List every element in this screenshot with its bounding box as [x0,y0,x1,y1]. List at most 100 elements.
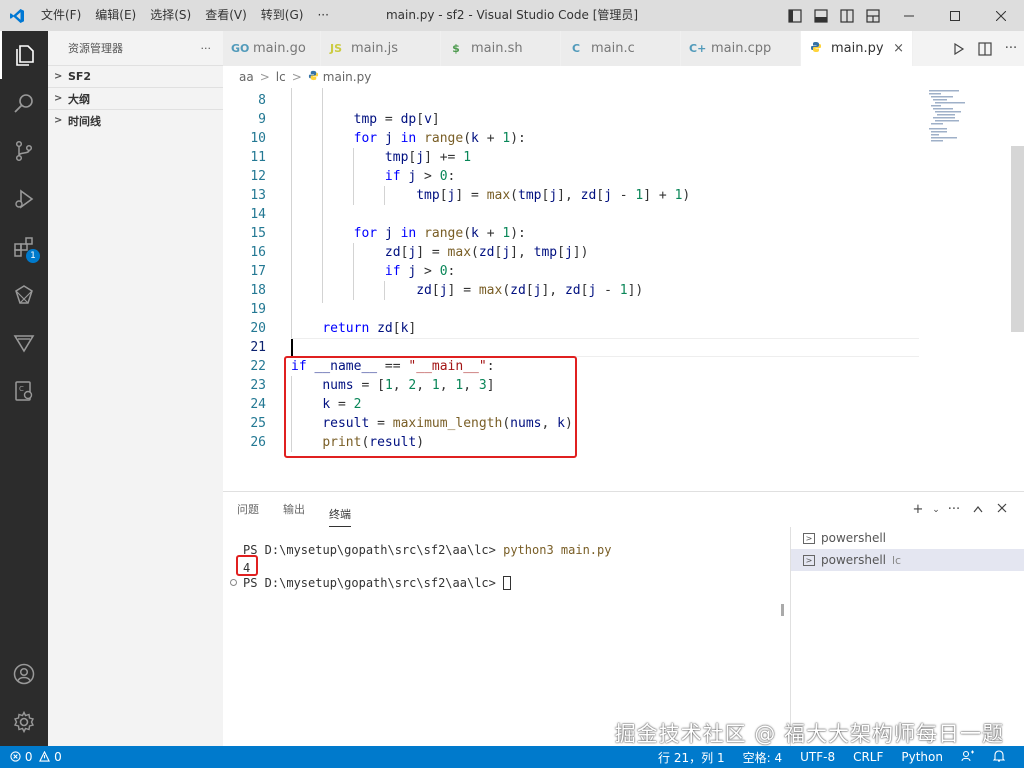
tab-problems[interactable]: 问题 [237,492,259,527]
toggle-panel-icon[interactable] [808,0,834,31]
bottom-panel: 问题 输出 终端 + ⌄ ··· PS D:\mysetup\gopath\sr… [223,491,1024,747]
minimap[interactable] [921,88,1011,148]
section-workspace[interactable]: > SF2 [48,65,223,87]
extensions-icon[interactable]: 1 [0,223,48,271]
menu-selection[interactable]: 选择(S) [143,0,198,31]
more-actions-icon[interactable]: ··· [998,31,1024,66]
breadcrumb-main-py[interactable]: main.py [323,70,372,84]
terminal-item-sub: lc [892,553,902,567]
search-icon[interactable] [0,79,48,127]
tab-main-py[interactable]: main.py × [801,31,913,66]
terminal-line: PS D:\mysetup\gopath\src\sf2\aa\lc> pyth… [243,543,612,557]
code-line: 10 for j in range(k + 1): [250,131,526,146]
remote-explorer-icon[interactable] [0,271,48,319]
menu-file[interactable]: 文件(F) [34,0,88,31]
breadcrumb-lc[interactable]: lc [276,70,286,84]
warning-count: 0 [54,750,62,764]
terminal-item-label: powershell [821,553,886,567]
tab-label: main.py [831,41,884,56]
breadcrumb-aa[interactable]: aa [239,70,254,84]
tab-main-go[interactable]: GO main.go [223,31,321,66]
maximize-icon[interactable] [932,0,978,31]
encoding[interactable]: UTF-8 [800,750,835,764]
tab-output[interactable]: 输出 [283,492,305,527]
section-timeline-label: 时间线 [68,114,101,128]
shell-file-icon: $ [452,42,460,55]
tab-label: main.cpp [711,41,772,56]
account-icon[interactable] [0,650,48,698]
breadcrumb: aa > lc > main.py [223,66,1024,88]
tab-main-sh[interactable]: $ main.sh [441,31,561,66]
tab-main-js[interactable]: JS main.js [321,31,441,66]
section-workspace-label: SF2 [68,70,92,83]
close-panel-icon[interactable] [990,502,1014,517]
main-block-highlight [284,356,577,458]
terminal-list: > powershell > powershell lc [790,527,1024,747]
python-file-icon [809,41,823,56]
remote-icon[interactable]: C [0,367,48,415]
language-mode[interactable]: Python [901,750,943,764]
terminal-item[interactable]: > powershell [791,527,1024,549]
end-of-line[interactable]: CRLF [853,750,883,764]
code-line: 12 if j > 0: [250,169,456,184]
toggle-sidebar-icon[interactable] [782,0,808,31]
minimize-icon[interactable] [886,0,932,31]
code-line: 14 [250,207,266,222]
tab-main-c[interactable]: C main.c [561,31,681,66]
menu-edit[interactable]: 编辑(E) [88,0,143,31]
more-actions-icon[interactable]: ··· [942,502,966,517]
terminal-view[interactable]: PS D:\mysetup\gopath\src\sf2\aa\lc> pyth… [223,527,790,747]
new-terminal-icon[interactable]: + [906,502,930,517]
tab-terminal[interactable]: 终端 [329,502,351,527]
close-window-icon[interactable] [978,0,1024,31]
vscode-logo-icon [0,0,34,31]
problems-status[interactable]: 0 0 [10,750,62,764]
explorer-title: 资源管理器 [68,42,123,55]
editor-scrollbar[interactable] [1011,146,1024,332]
maximize-panel-icon[interactable] [966,502,990,517]
code-line: 9 tmp = dp[v] [258,112,440,127]
code-line: 19 [250,302,266,317]
warning-icon [39,750,51,762]
section-timeline[interactable]: > 时间线 [48,109,223,131]
indentation[interactable]: 空格: 4 [743,749,783,766]
section-outline[interactable]: > 大纲 [48,87,223,109]
svg-text:C: C [19,385,24,393]
feedback-icon[interactable] [961,750,975,765]
code-line: 11 tmp[j] += 1 [250,150,472,165]
settings-gear-icon[interactable] [0,698,48,746]
cpp-file-icon: C+ [689,42,707,55]
code-line: 18 zd[j] = max(zd[j], zd[j - 1]) [250,283,644,298]
explorer-header: 资源管理器 ··· [48,31,223,65]
notifications-bell-icon[interactable] [992,749,1006,765]
terminal-scrollbar[interactable] [781,604,784,616]
watermark: 掘金技术社区 @ 福大大架构师每日一题 [614,722,1004,746]
c-file-icon: C [571,42,581,55]
cursor-position[interactable]: 行 21，列 1 [658,749,725,766]
title-bar: main.py - sf2 - Visual Studio Code [管理员]… [0,0,1024,31]
js-file-icon: JS [329,42,342,55]
run-file-icon[interactable] [946,31,972,66]
close-tab-icon[interactable]: × [893,41,904,56]
customize-layout-icon[interactable] [860,0,886,31]
breadcrumb-separator-icon: > [259,70,270,84]
code-line: 13 tmp[j] = max(tmp[j], zd[j - 1] + 1) [250,188,691,203]
split-editor-icon[interactable] [972,31,998,66]
menu-go[interactable]: 转到(G) [254,0,311,31]
tab-label: main.sh [471,41,523,56]
code-line: 15 for j in range(k + 1): [250,226,526,241]
chevron-right-icon: > [54,93,63,104]
toggle-secondary-sidebar-icon[interactable] [834,0,860,31]
run-debug-icon[interactable] [0,175,48,223]
menu-view[interactable]: 查看(V) [198,0,254,31]
tab-main-cpp[interactable]: C+ main.cpp [681,31,801,66]
terminal-prompt: PS D:\mysetup\gopath\src\sf2\aa\lc> [243,575,512,592]
terminal-item[interactable]: > powershell lc [791,549,1024,571]
source-control-icon[interactable] [0,127,48,175]
chevron-down-icon[interactable]: ⌄ [930,505,942,515]
explorer-more-icon[interactable]: ··· [201,42,212,55]
testing-icon[interactable] [0,319,48,367]
menu-more[interactable]: ··· [310,0,335,31]
code-line: 8 [258,93,266,108]
explorer-icon[interactable] [0,31,48,79]
